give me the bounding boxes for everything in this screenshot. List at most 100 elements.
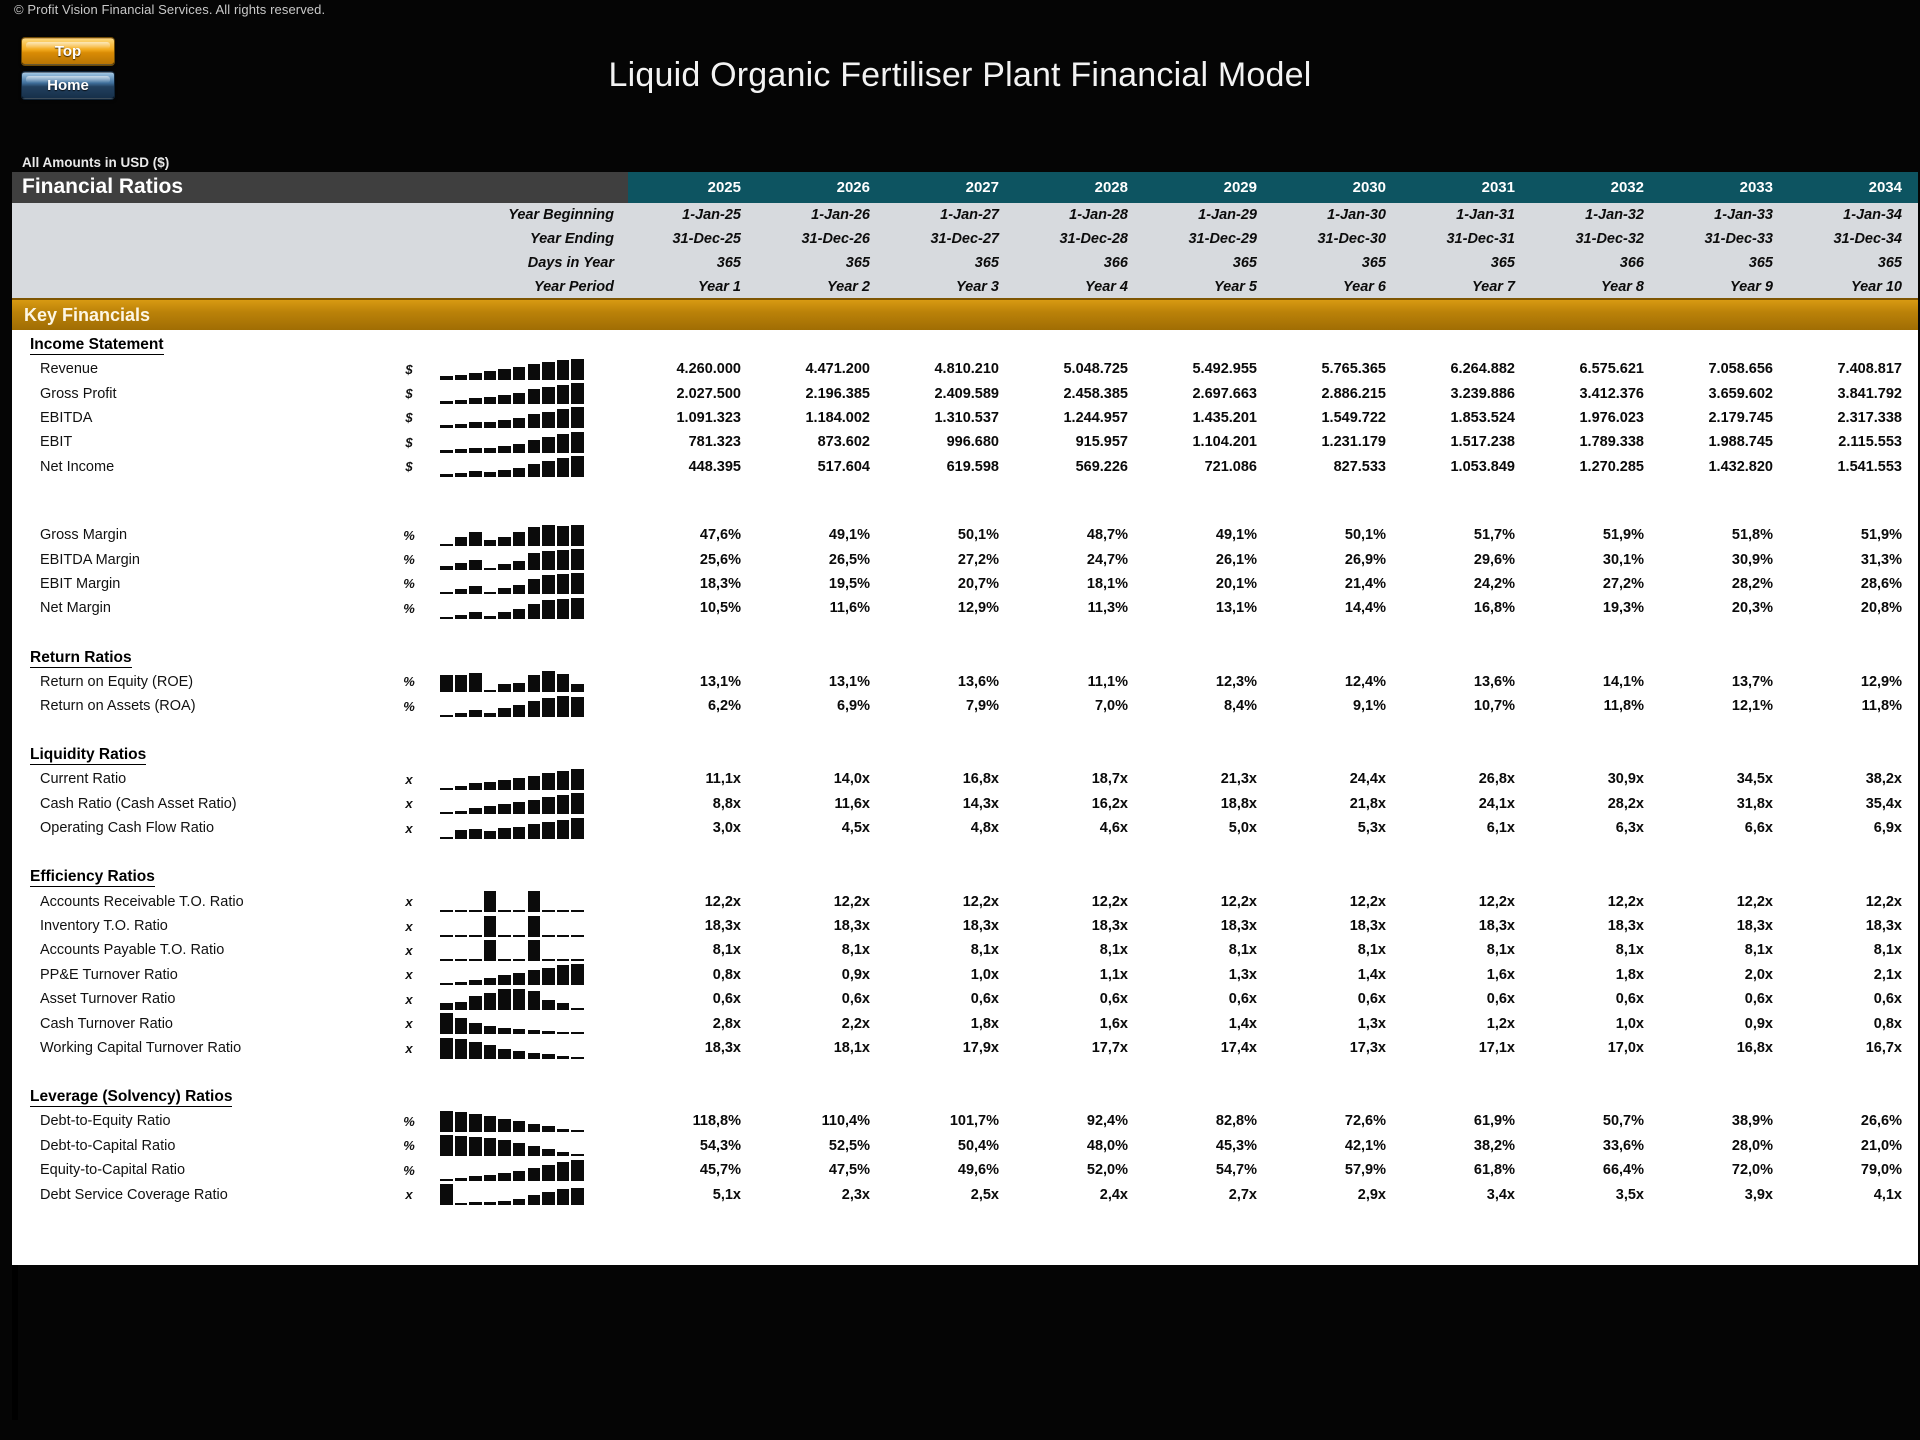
meta-value: 31-Dec-32 (1531, 227, 1660, 251)
meta-value: 31-Dec-25 (628, 227, 757, 251)
row-value: 1,8x (886, 1011, 1015, 1036)
sparkline-bar (498, 445, 511, 453)
row-value: 827.533 (1273, 454, 1402, 479)
row-value: 2,2x (757, 1011, 886, 1036)
row-value: 20,8% (1789, 596, 1918, 621)
sparkline-bar (469, 422, 482, 429)
row-value: 1.244.957 (1015, 405, 1144, 431)
sparkline-bar (571, 696, 584, 717)
year-header-2029: 2029 (1144, 172, 1273, 203)
row-value: 996.680 (886, 430, 1015, 455)
sparkline-cell (430, 962, 628, 988)
meta-value: Year 5 (1144, 275, 1273, 299)
row-value: 2.317.338 (1789, 405, 1918, 431)
sparkline-bar (556, 770, 570, 790)
row-value: 0,6x (1402, 987, 1531, 1012)
sparkline-bar (498, 934, 511, 937)
row-value: 21,0% (1789, 1133, 1918, 1158)
sparkline-bar (483, 568, 497, 571)
sparkline-bar (483, 891, 497, 913)
row-value: 2.697.663 (1144, 381, 1273, 406)
row-value: 8,1x (1402, 938, 1531, 963)
row-value: 38,2% (1402, 1133, 1531, 1158)
meta-value: 1-Jan-34 (1789, 203, 1918, 227)
table-row: Net Income $448.395 517.604 619.598 569.226 7… (12, 454, 1918, 479)
meta-value: 1-Jan-32 (1531, 203, 1660, 227)
row-value: 1.541.553 (1789, 454, 1918, 479)
sparkline-bar (483, 992, 497, 1010)
page-title: Liquid Organic Fertiliser Plant Financia… (608, 56, 1312, 94)
sparkline-bar (483, 712, 497, 717)
section-heading-row: Efficiency Ratios (12, 862, 1918, 890)
row-value: 5,3x (1273, 816, 1402, 841)
year-header-2030: 2030 (1273, 172, 1402, 203)
sparkline-bar (527, 1052, 541, 1059)
sparkline-bar (483, 472, 497, 478)
sparkline-bar (454, 785, 468, 790)
row-value: 24,2% (1402, 571, 1531, 597)
sparkline-bar (512, 1143, 526, 1157)
table-row: Asset Turnover Ratio x 0,6x 0,6x 0,6x 0,6x 0,6… (12, 987, 1918, 1012)
row-value: 13,6% (886, 669, 1015, 694)
spacer-cell (12, 718, 1918, 741)
sparkline-bar (556, 819, 570, 839)
sparkline-bar (498, 564, 511, 571)
row-value: 1,8x (1531, 962, 1660, 988)
meta-row: Year Period Year 1 Year 2 Year 3 Year 4 Year … (12, 275, 1918, 299)
meta-value: 365 (1144, 251, 1273, 275)
sparkline (440, 793, 592, 815)
sheet-header-row: Financial Ratios 2025 2026 2027 2028 2029 2030… (12, 172, 1918, 203)
meta-value: Year 10 (1789, 275, 1918, 299)
sparkline-bar (483, 447, 497, 453)
row-value: 18,1x (757, 1035, 886, 1061)
sparkline-bar (440, 1013, 453, 1035)
row-unit: x (388, 1182, 430, 1207)
sparkline-bar (556, 1002, 570, 1010)
sparkline-bar (527, 1123, 541, 1132)
meta-value: 1-Jan-25 (628, 203, 757, 227)
sparkline-bar (512, 704, 526, 717)
sparkline-bar (483, 1138, 497, 1157)
table-row: Cash Turnover Ratio x 2,8x 2,2x 1,8x 1,6x 1,4x… (12, 1011, 1918, 1036)
sparkline-bar (498, 1048, 511, 1059)
sparkline (440, 1184, 592, 1206)
sparkline-bar (483, 806, 497, 815)
sparkline-bar (527, 939, 541, 961)
row-value: 8,1x (1273, 938, 1402, 963)
row-value: 8,1x (1531, 938, 1660, 963)
row-value: 12,9% (886, 596, 1015, 621)
sparkline-cell (430, 669, 628, 694)
sparkline-bar (440, 675, 453, 693)
row-value: 0,9x (757, 962, 886, 988)
row-value: 50,1% (886, 522, 1015, 548)
sparkline-bar (454, 473, 468, 478)
meta-value: 366 (1531, 251, 1660, 275)
row-label: Accounts Receivable T.O. Ratio (12, 889, 388, 914)
sparkline-bar (454, 424, 468, 429)
row-value: 0,6x (1273, 987, 1402, 1012)
sparkline-bar (498, 804, 511, 815)
row-unit: % (388, 1157, 430, 1183)
row-value: 2,8x (628, 1011, 757, 1036)
sparkline-bar (440, 1037, 453, 1059)
financial-ratios-table: Financial Ratios 2025 2026 2027 2028 2029 2030… (12, 172, 1918, 1207)
sparkline-cell (430, 816, 628, 841)
row-value: 50,4% (886, 1133, 1015, 1158)
sparkline-cell (430, 596, 628, 621)
sparkline-bar (527, 1195, 541, 1206)
sparkline-bar (498, 1172, 511, 1181)
row-value: 47,5% (757, 1157, 886, 1183)
sparkline-bar (440, 592, 453, 595)
row-value: 24,1x (1402, 791, 1531, 817)
sparkline-cell (430, 791, 628, 817)
sparkline-bar (512, 393, 526, 405)
row-unit: $ (388, 357, 430, 382)
spacer-cell (12, 620, 1918, 643)
row-value: 6.264.882 (1402, 357, 1531, 382)
meta-value: Year 2 (757, 275, 886, 299)
row-value: 54,3% (628, 1133, 757, 1158)
sparkline-bar (454, 589, 468, 595)
sparkline-bar (483, 422, 497, 429)
meta-label: Year Beginning (12, 203, 628, 227)
row-value: 79,0% (1789, 1157, 1918, 1183)
